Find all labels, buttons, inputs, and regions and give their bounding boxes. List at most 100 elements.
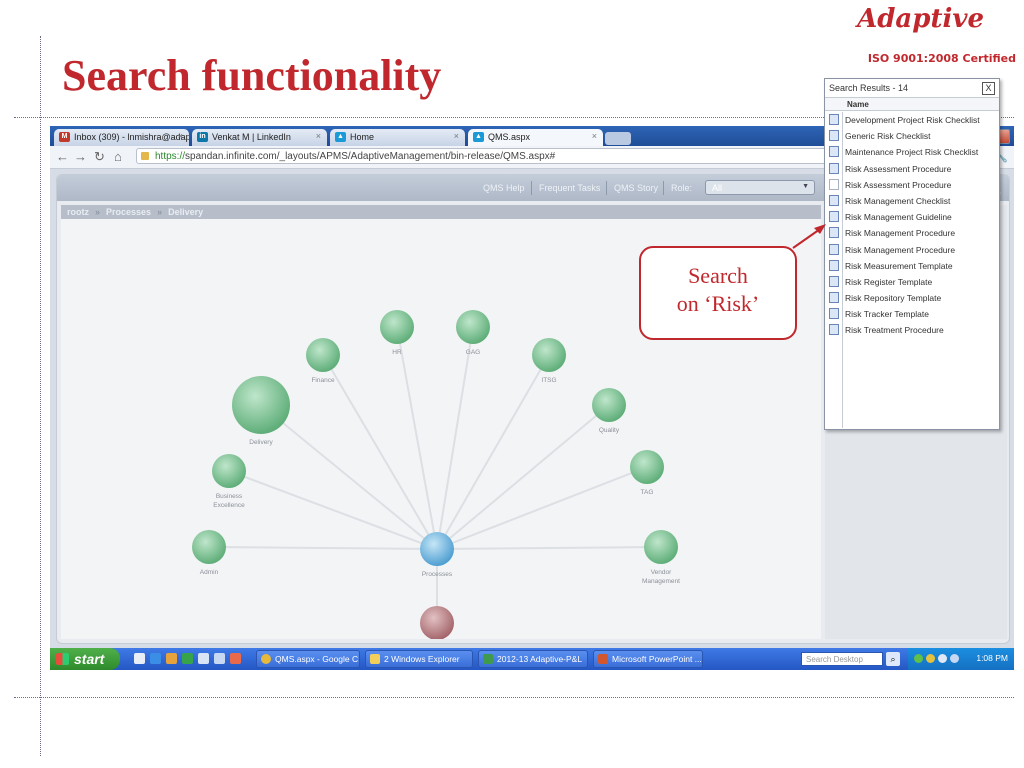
start-button[interactable]: start [50, 648, 120, 670]
brand-logo-text: Adaptive [857, 4, 984, 34]
tab-home[interactable]: ▲ Home × [330, 129, 465, 146]
list-item[interactable]: Risk Treatment Procedure [825, 322, 999, 338]
list-item[interactable]: Risk Measurement Template [825, 258, 999, 274]
reload-icon[interactable]: ↻ [94, 149, 105, 165]
tab-linkedin[interactable]: in Venkat M | LinkedIn × [192, 129, 327, 146]
graph-node-label: Business Excellence [213, 493, 245, 509]
task-label: Microsoft PowerPoint ... [612, 654, 702, 664]
close-icon[interactable]: × [178, 131, 183, 141]
search-results-panel: Search Results - 14 X Name Development P… [824, 78, 1000, 430]
app-icon: ▲ [335, 132, 346, 142]
quicklaunch-icon[interactable] [150, 653, 161, 664]
graph-node[interactable] [212, 454, 246, 488]
graph-node[interactable] [380, 310, 414, 344]
list-item[interactable]: Risk Management Procedure [825, 242, 999, 258]
graph-edge [436, 404, 610, 550]
quicklaunch-icon[interactable] [198, 653, 209, 664]
list-item[interactable]: Risk Assessment Procedure [825, 177, 999, 193]
list-item-label: Generic Risk Checklist [845, 131, 931, 142]
document-icon [829, 243, 839, 255]
list-item[interactable]: Risk Management Guideline [825, 209, 999, 225]
document-icon [829, 259, 839, 271]
list-item[interactable]: Risk Management Procedure [825, 225, 999, 241]
graph-node[interactable] [192, 530, 226, 564]
chrome-icon [261, 654, 271, 664]
slide-dotted-bottom [14, 697, 1014, 698]
tray-icon[interactable] [914, 654, 923, 663]
tab-qms[interactable]: ▲ QMS.aspx × [468, 129, 603, 146]
quicklaunch-icon[interactable] [214, 653, 225, 664]
list-item[interactable]: Risk Repository Template [825, 290, 999, 306]
close-results-button[interactable]: X [982, 82, 995, 95]
linkedin-icon: in [197, 132, 208, 142]
document-icon [829, 130, 839, 142]
tray-icon[interactable] [950, 654, 959, 663]
list-item[interactable]: Risk Management Checklist [825, 193, 999, 209]
tray-icon[interactable] [938, 654, 947, 663]
column-header-name[interactable]: Name [825, 97, 999, 111]
graph-edge [436, 466, 648, 550]
graph-node-center[interactable] [420, 532, 454, 566]
app-icon: ▲ [473, 132, 484, 142]
role-label: Role: [671, 183, 693, 193]
list-item[interactable]: Risk Register Template [825, 274, 999, 290]
folder-icon [370, 654, 380, 664]
graph-node-label: Processes [422, 571, 453, 578]
list-item-label: Risk Management Checklist [845, 195, 951, 206]
list-item-label: Development Project Risk Checklist [845, 115, 980, 125]
search-results-header: Search Results - 14 [829, 83, 909, 93]
task-excel[interactable]: 2012-13 Adaptive-P&L [478, 650, 588, 668]
graph-node[interactable] [306, 338, 340, 372]
document-icon [829, 308, 839, 320]
tab-gmail[interactable]: M Inbox (309) - lnmishra@adapt × [54, 129, 189, 146]
windows-taskbar: start QMS.aspx - Google C... 2 Windows E… [50, 648, 1014, 670]
graph-node-label: Vendor Management [642, 569, 680, 585]
qms-help-link[interactable]: QMS Help [483, 183, 525, 193]
task-powerpoint[interactable]: Microsoft PowerPoint ... [593, 650, 703, 668]
frequent-tasks-link[interactable]: Frequent Tasks [539, 183, 600, 193]
document-icon [829, 211, 839, 223]
role-select[interactable]: All ▼ [705, 180, 815, 195]
desktop-search-input[interactable]: Search Desktop [801, 652, 883, 666]
graph-edge [260, 404, 438, 550]
new-tab-button[interactable] [605, 132, 631, 145]
search-icon[interactable]: ⌕ [886, 652, 900, 666]
forward-icon[interactable]: → [74, 149, 87, 164]
close-icon[interactable]: × [454, 131, 459, 141]
slide-dotted-vertical [40, 36, 41, 756]
home-icon[interactable]: ⌂ [114, 149, 122, 164]
task-label: 2012-13 Adaptive-P&L [497, 654, 583, 664]
graph-node[interactable] [592, 388, 626, 422]
task-chrome[interactable]: QMS.aspx - Google C... [256, 650, 360, 668]
quicklaunch-icon[interactable] [182, 653, 193, 664]
list-item-label: Risk Measurement Template [845, 260, 953, 271]
quicklaunch-icon[interactable] [230, 653, 241, 664]
graph-edge [436, 354, 550, 550]
document-icon [829, 114, 839, 125]
graph-node[interactable] [456, 310, 490, 344]
document-icon [829, 324, 839, 336]
list-item[interactable]: Maintenance Project Risk Checklist [825, 144, 999, 160]
lock-icon [141, 152, 149, 160]
list-item[interactable]: Development Project Risk Checklist [825, 112, 999, 128]
toolbar-divider [606, 181, 607, 195]
quicklaunch-icon[interactable] [166, 653, 177, 664]
graph-node[interactable] [532, 338, 566, 372]
tray-icon[interactable] [926, 654, 935, 663]
graph-node[interactable] [630, 450, 664, 484]
quicklaunch-icon[interactable] [134, 653, 145, 664]
back-icon[interactable]: ← [56, 149, 69, 164]
list-item[interactable]: Risk Tracker Template [825, 306, 999, 322]
graph-node-root[interactable] [420, 606, 454, 639]
url-scheme: https:// [155, 151, 186, 162]
list-item[interactable]: Risk Assessment Procedure [825, 161, 999, 177]
close-icon[interactable]: × [316, 131, 321, 141]
list-item-label: Risk Management Guideline [845, 212, 952, 223]
task-explorer[interactable]: 2 Windows Explorer [365, 650, 473, 668]
chevron-down-icon: ▼ [802, 183, 809, 190]
graph-node[interactable] [232, 376, 290, 434]
graph-node[interactable] [644, 530, 678, 564]
close-icon[interactable]: × [592, 131, 597, 141]
list-item[interactable]: Generic Risk Checklist [825, 128, 999, 144]
qms-story-link[interactable]: QMS Story [614, 183, 658, 193]
